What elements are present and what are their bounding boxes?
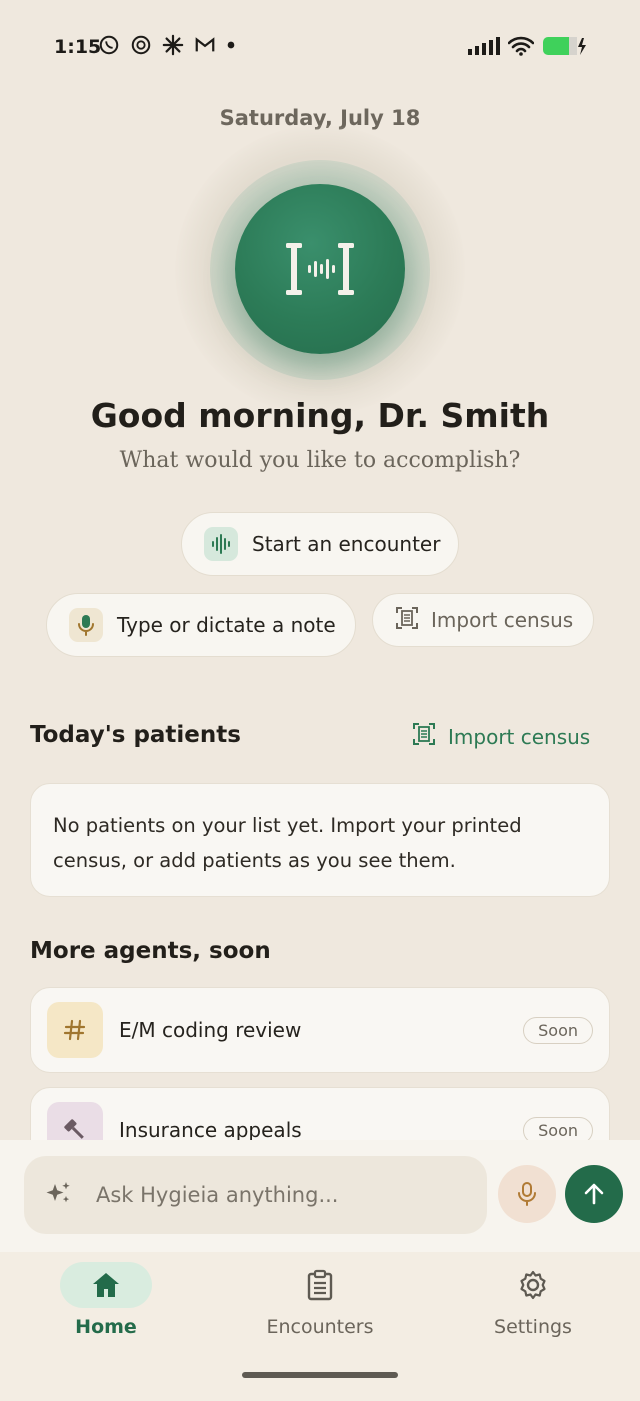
- home-indicator[interactable]: [242, 1372, 398, 1378]
- import-census-label: Import census: [431, 608, 574, 632]
- agents-section-title: More agents, soon: [30, 938, 271, 964]
- tab-home[interactable]: Home: [60, 1262, 152, 1338]
- microphone-icon: [69, 608, 103, 642]
- greeting-title: Good morning, Dr. Smith: [90, 396, 550, 435]
- system-status: [468, 36, 588, 56]
- microphone-icon: [518, 1182, 536, 1206]
- tab-settings-label: Settings: [494, 1316, 572, 1338]
- start-encounter-button[interactable]: Start an encounter: [181, 512, 459, 576]
- todays-patients-title: Today's patients: [30, 722, 241, 748]
- ask-input-placeholder: Ask Hygieia anything...: [96, 1183, 339, 1207]
- clipboard-icon: [274, 1262, 366, 1308]
- send-button[interactable]: [565, 1165, 623, 1223]
- tab-home-label: Home: [75, 1316, 137, 1338]
- arrow-up-icon: [584, 1183, 604, 1205]
- voice-input-button[interactable]: [498, 1165, 556, 1223]
- soon-badge: Soon: [523, 1016, 593, 1044]
- gear-icon: [487, 1262, 579, 1308]
- dictate-note-label: Type or dictate a note: [117, 613, 336, 637]
- agent-label: E/M coding review: [119, 1018, 302, 1042]
- start-encounter-label: Start an encounter: [252, 532, 441, 556]
- home-icon: [60, 1262, 152, 1308]
- status-time: 1:15: [54, 36, 102, 58]
- sparkles-icon: [44, 1178, 74, 1212]
- dictate-note-button[interactable]: Type or dictate a note: [46, 593, 356, 657]
- claude-icon: [162, 34, 184, 56]
- import-census-link[interactable]: Import census: [412, 722, 590, 751]
- record-orb-button[interactable]: [235, 184, 405, 354]
- gmail-icon: [195, 37, 215, 52]
- threads-icon: [131, 35, 151, 55]
- tab-encounters-label: Encounters: [266, 1316, 374, 1338]
- import-census-button[interactable]: Import census: [372, 593, 594, 647]
- scan-document-icon: [412, 722, 436, 751]
- agent-label: Insurance appeals: [119, 1118, 302, 1142]
- tab-encounters[interactable]: Encounters: [266, 1262, 374, 1338]
- notification-icons: [98, 34, 236, 56]
- ask-input[interactable]: Ask Hygieia anything...: [24, 1156, 487, 1234]
- hygieia-logo-icon: [286, 243, 354, 295]
- battery-charging-icon: [543, 37, 586, 55]
- waveform-icon: [204, 527, 238, 561]
- patients-empty-state: No patients on your list yet. Import you…: [30, 783, 610, 897]
- import-census-link-label: Import census: [448, 724, 591, 749]
- greeting-subtitle: What would you like to accomplish?: [119, 448, 521, 473]
- hash-icon: [47, 1002, 103, 1058]
- tab-settings[interactable]: Settings: [487, 1262, 579, 1338]
- dot-icon: [227, 41, 235, 49]
- scan-document-icon: [395, 606, 419, 634]
- whatsapp-icon: [99, 35, 119, 55]
- agent-card-em-coding[interactable]: E/M coding review Soon: [30, 987, 610, 1073]
- wifi-icon: [508, 36, 534, 56]
- signal-icon: [468, 37, 500, 55]
